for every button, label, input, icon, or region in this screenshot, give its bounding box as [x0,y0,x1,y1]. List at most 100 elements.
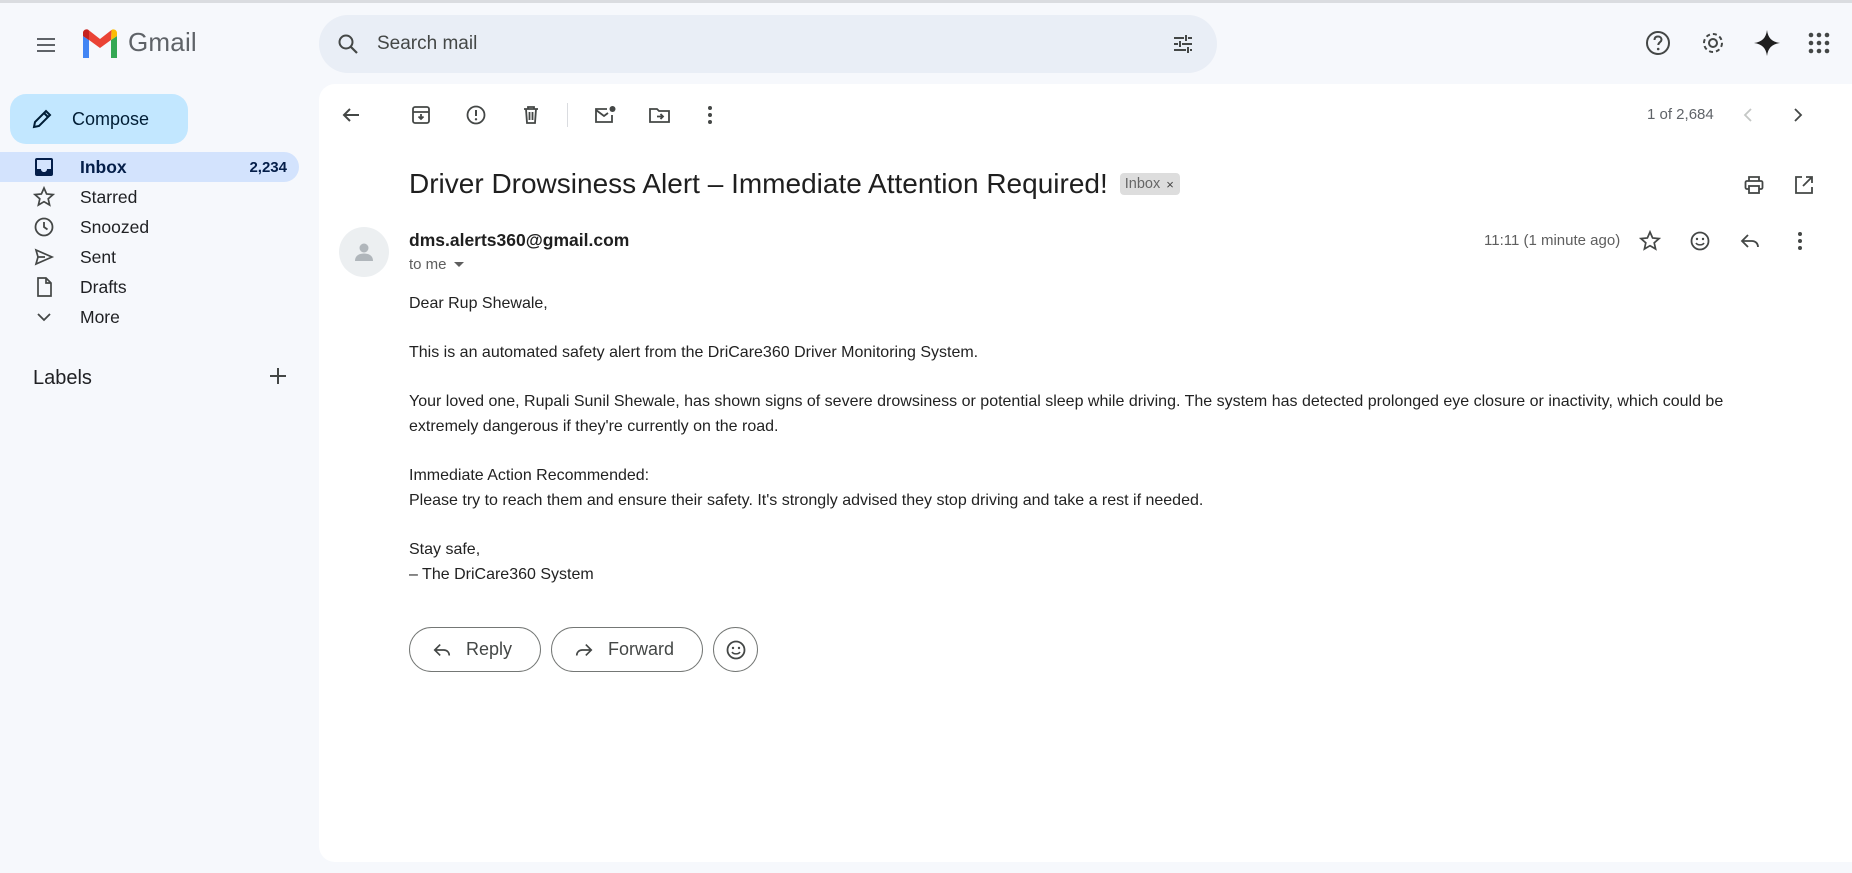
message-more-button[interactable] [1780,221,1820,261]
help-icon [1646,31,1670,55]
add-reaction-button[interactable] [1680,221,1720,261]
search-options-icon[interactable] [1163,24,1203,64]
chevron-right-icon [1794,108,1803,122]
star-icon [32,185,56,209]
forward-label: Forward [608,639,675,659]
sparkle-icon [1754,30,1780,56]
support-button[interactable] [1636,21,1680,65]
reply-icon-button[interactable] [1730,221,1770,261]
back-button[interactable] [331,95,371,135]
recipient-details-toggle[interactable]: to me [409,256,465,273]
gear-icon [1703,33,1723,53]
archive-button[interactable] [401,95,441,135]
sidebar-item-label: Inbox [80,156,127,177]
mark-unread-icon [595,106,616,123]
search-input[interactable] [377,24,1137,64]
subject-row: Driver Drowsiness Alert – Immediate Atte… [409,168,1180,200]
emoji-reaction-button[interactable] [713,627,759,672]
star-button[interactable] [1630,221,1670,261]
newer-button[interactable] [1729,95,1769,135]
inbox-icon [32,155,56,179]
more-vert-icon [708,106,712,124]
sidebar-item-label: Sent [80,246,116,267]
gmail-logo[interactable]: Gmail [80,27,197,58]
delete-button[interactable] [511,95,551,135]
sidebar-item-inbox[interactable]: Inbox 2,234 [0,152,299,182]
body-signoff: Stay safe, [409,541,481,558]
body-paragraph: This is an automated safety alert from t… [409,344,979,361]
move-to-button[interactable] [640,95,680,135]
sidebar-item-label: Starred [80,186,138,207]
sidebar-item-label: More [80,306,120,327]
sidebar-item-drafts[interactable]: Drafts [0,272,299,302]
sidebar-item-label: Drafts [80,276,127,297]
create-label-button[interactable] [268,366,288,391]
labels-heading: Labels [33,367,92,389]
compose-button[interactable]: Compose [10,94,188,144]
emoji-icon [1690,231,1710,251]
compose-label: Compose [72,108,150,129]
reply-icon [433,643,451,656]
print-icon [1744,176,1764,194]
search-bar[interactable] [319,15,1217,73]
forward-icon [575,643,593,656]
sender-email[interactable]: dms.alerts360@gmail.com [409,230,629,251]
send-icon [32,245,56,269]
email-timestamp: 11:11 (1 minute ago) [1484,232,1621,249]
sidebar-nav: Inbox 2,234 Starred Snoozed Sent Drafts … [0,152,300,332]
reply-label: Reply [466,639,513,659]
mark-unread-button[interactable] [585,95,625,135]
chevron-down-icon [32,305,56,329]
app-name: Gmail [128,27,197,57]
older-button[interactable] [1777,95,1817,135]
body-signature: – The DriCare360 System [409,566,594,583]
print-all-button[interactable] [1734,165,1774,205]
label-chip-text: Inbox [1124,176,1161,192]
remove-label-icon[interactable]: × [1166,177,1174,192]
recipient-text: to me [409,256,447,273]
star-icon [1639,230,1661,251]
apps-button[interactable] [1797,21,1841,65]
sidebar-item-more[interactable]: More [0,302,299,332]
labels-section-header: Labels [33,366,288,391]
body-greeting: Dear Rup Shewale, [409,295,548,312]
arrow-left-icon [342,108,359,122]
sender-avatar [339,227,389,277]
settings-button[interactable] [1691,21,1735,65]
app-header: Gmail [0,3,1852,83]
reply-button[interactable]: Reply [409,627,542,672]
main-menu-button[interactable] [22,21,70,69]
toolbar-divider [567,103,568,127]
person-icon [355,243,373,261]
forward-button[interactable]: Forward [551,627,704,672]
clock-icon [32,215,56,239]
report-spam-button[interactable] [456,95,496,135]
caret-down-icon [453,261,464,267]
body-paragraph: Your loved one, Rupali Sunil Shewale, ha… [409,393,1724,435]
spam-icon [466,105,486,125]
archive-icon [412,106,430,124]
open-new-window-button[interactable] [1784,165,1824,205]
sidebar-item-starred[interactable]: Starred [0,182,299,212]
pencil-icon [32,109,52,129]
message-view: 1 of 2,684 Driver Drowsiness Alert – Imm… [319,84,1852,862]
sidebar-item-label: Snoozed [80,216,150,237]
open-in-new-icon [1795,176,1813,194]
draft-icon [32,275,56,299]
hamburger-menu-icon [37,38,55,52]
body-paragraph: Please try to reach them and ensure thei… [409,492,1204,509]
sidebar-item-sent[interactable]: Sent [0,242,299,272]
search-icon[interactable] [319,15,377,73]
gemini-button[interactable] [1745,21,1789,65]
gmail-m-icon [83,28,117,58]
plus-icon [270,368,286,384]
pagination-count: 1 of 2,684 [1647,106,1714,123]
reply-icon [1740,234,1759,248]
unread-count: 2,234 [249,158,287,176]
inbox-label-chip[interactable]: Inbox × [1119,173,1180,195]
more-actions-button[interactable] [690,95,730,135]
sidebar-item-snoozed[interactable]: Snoozed [0,212,299,242]
apps-grid-icon [1808,32,1830,54]
message-actions: Reply Forward [409,627,759,672]
email-body: Dear Rup Shewale, This is an automated s… [409,291,1789,587]
